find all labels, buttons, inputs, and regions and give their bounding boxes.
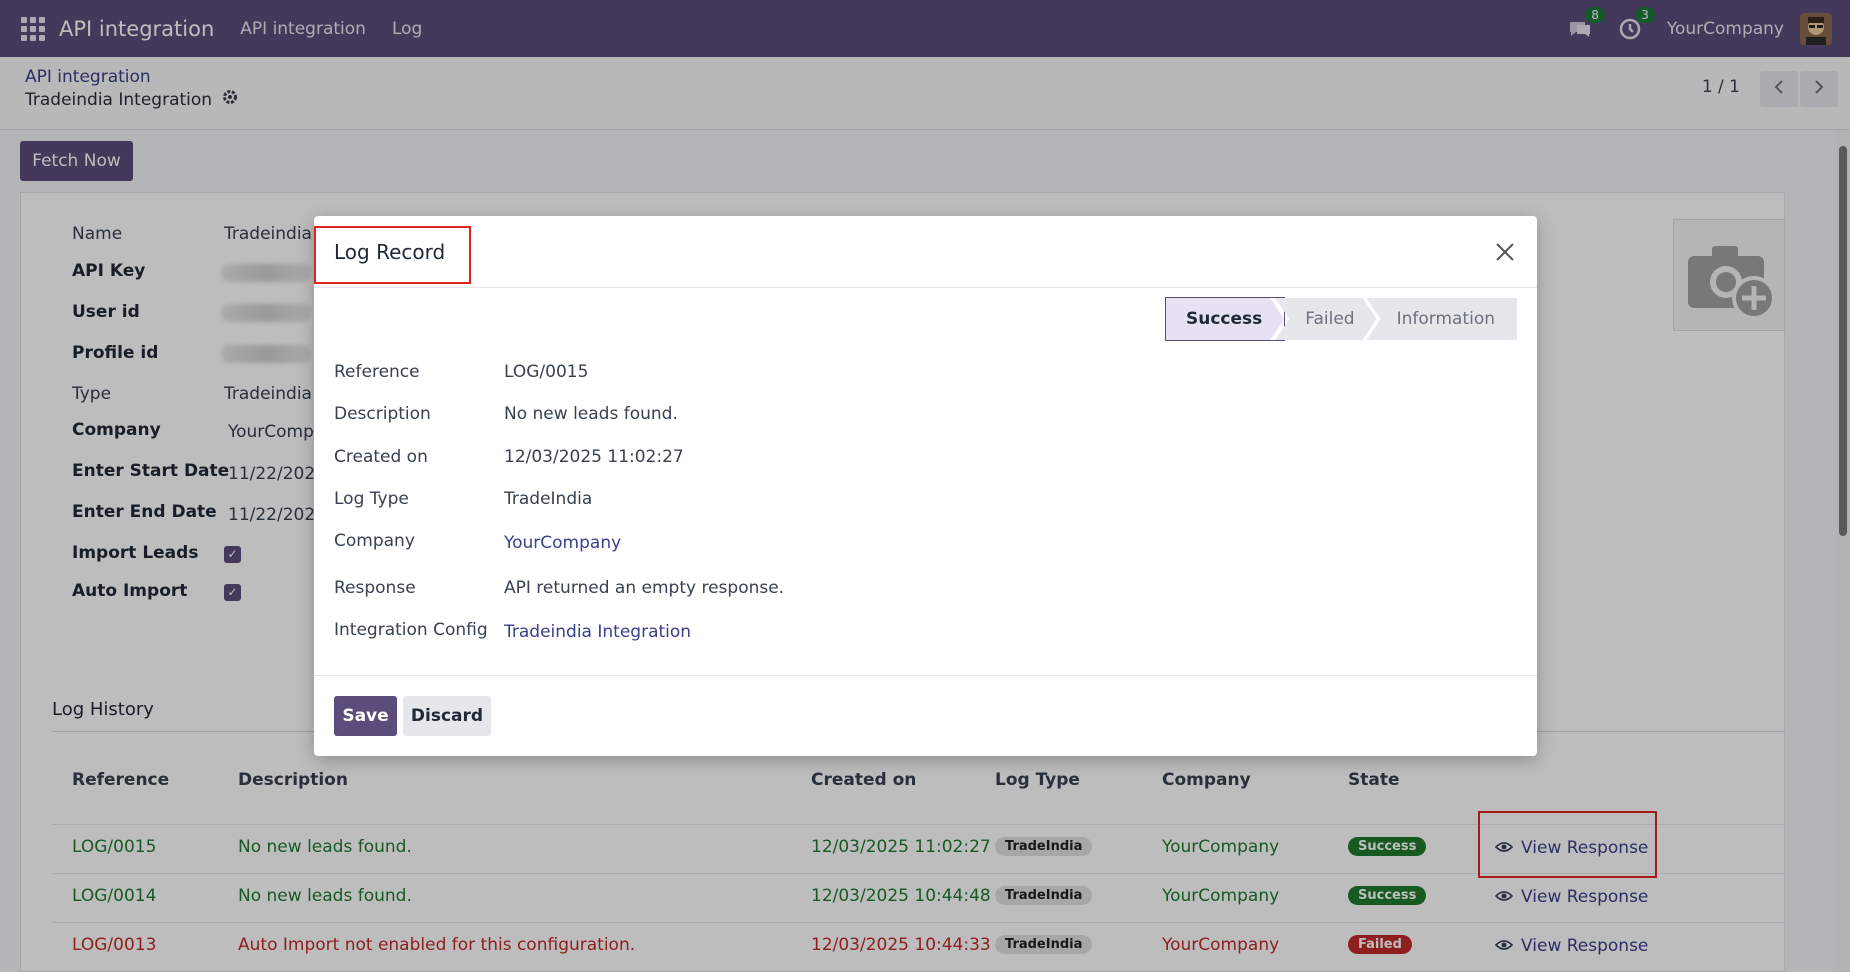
log-type-label: Log Type — [334, 489, 409, 509]
description-value[interactable]: No new leads found. — [504, 404, 678, 424]
reference-value: LOG/0015 — [504, 362, 589, 382]
stage-failed[interactable]: Failed — [1275, 298, 1376, 340]
highlight-box-title — [314, 226, 471, 284]
status-stage-bar: Success Failed Information — [1164, 297, 1517, 341]
log-record-dialog: Log Record Success Failed Information Re… — [314, 216, 1537, 756]
modal-header: Log Record — [314, 216, 1537, 288]
close-icon[interactable] — [1491, 238, 1519, 266]
reference-label: Reference — [334, 362, 420, 382]
stage-information[interactable]: Information — [1366, 298, 1517, 340]
response-value[interactable]: API returned an empty response. — [504, 578, 784, 598]
description-label: Description — [334, 404, 431, 424]
response-label: Response — [334, 578, 416, 598]
stage-success-wrapper: Success — [1164, 297, 1286, 341]
modal-footer: Save Discard — [314, 675, 1537, 756]
log-type-value[interactable]: TradeIndia — [504, 489, 592, 509]
created-on-label: Created on — [334, 447, 428, 467]
stage-success[interactable]: Success — [1166, 298, 1284, 340]
discard-button[interactable]: Discard — [403, 696, 491, 736]
company-link[interactable]: YourCompany — [504, 533, 621, 553]
company-label: Company — [334, 531, 415, 551]
integration-config-link[interactable]: Tradeindia Integration — [504, 622, 691, 642]
save-button[interactable]: Save — [334, 696, 397, 736]
integration-config-label: Integration Config — [334, 620, 488, 640]
created-on-value: 12/03/2025 11:02:27 — [504, 447, 684, 467]
